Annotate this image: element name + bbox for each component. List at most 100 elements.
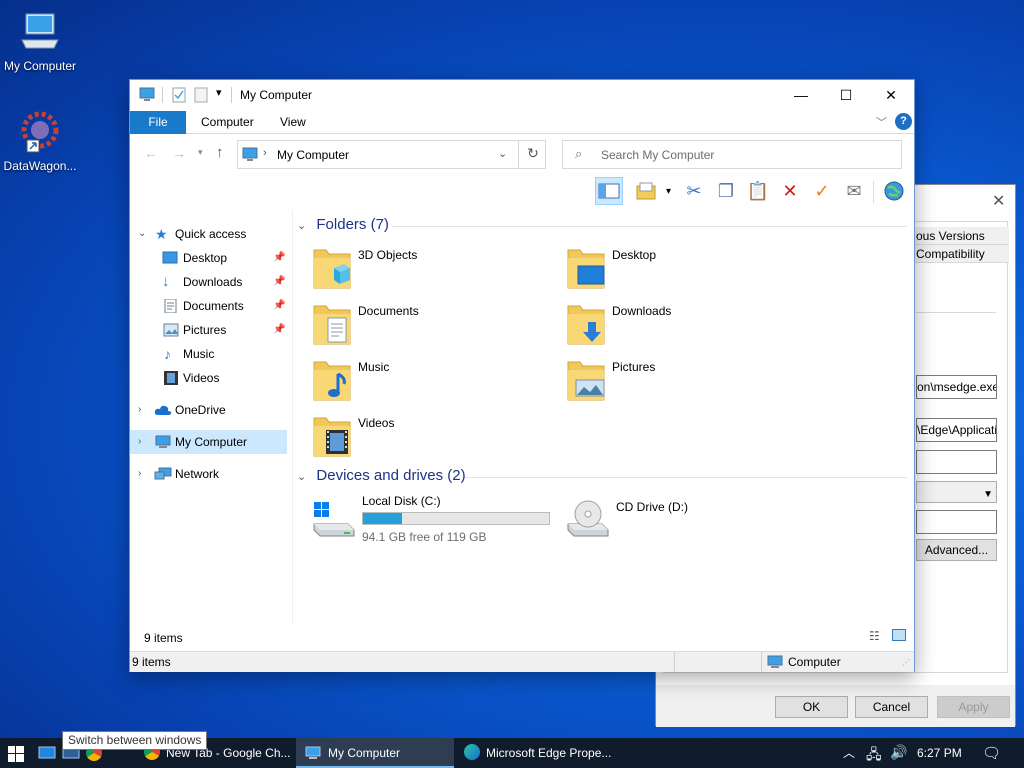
address-bar[interactable]: › My Computer ⌄ [237,140,546,169]
clock[interactable]: 6:27 PM [917,746,962,760]
copy-icon[interactable]: ❐ [712,177,740,205]
up-icon[interactable]: ↑ [216,144,224,161]
nav-documents[interactable]: Documents 📌 [130,294,287,318]
drive-cd-d[interactable]: CD Drive (D:) [564,494,804,550]
globe-icon[interactable] [880,177,908,205]
explorer-window[interactable]: ▾ My Computer — ☐ ✕ File Computer View ﹀… [129,79,915,672]
nav-label: Videos [183,371,220,385]
back-icon[interactable]: ← [144,145,158,161]
drive-local-disk-c[interactable]: Local Disk (C:) 94.1 GB free of 119 GB [310,494,560,550]
drive-usage-bar [362,512,550,525]
task-edge-properties[interactable]: Microsoft Edge Prope... [456,738,614,768]
start-icon[interactable] [8,746,24,765]
advanced-button[interactable]: Advanced... [916,539,997,561]
nav-label: Network [175,467,220,481]
new-folder-icon[interactable] [194,87,208,103]
folder-documents[interactable]: Documents [312,300,552,350]
forward-icon[interactable]: → [172,145,186,161]
help-icon[interactable]: ? [895,113,912,130]
email-icon[interactable]: ✉ [840,177,868,205]
target-field[interactable]: on\msedge.exe" [916,375,997,399]
close-icon[interactable]: ✕ [868,80,914,110]
nav-quick-access[interactable]: ⌄ ★ Quick access [130,222,287,246]
nav-label: Documents [183,299,244,313]
chevron-right-icon[interactable]: › [138,430,141,454]
cancel-button[interactable]: Cancel [855,696,928,718]
nav-downloads[interactable]: ↓ Downloads 📌 [130,270,287,294]
folder-music[interactable]: Music [312,356,552,406]
volume-icon[interactable]: 🔊 [890,744,907,761]
pin-icon[interactable]: 📌 [273,270,285,294]
shortcut-key-field[interactable] [916,450,997,474]
minimize-icon[interactable]: — [778,80,824,110]
desktop-icon-datawagon[interactable]: DataWagon... [0,108,80,173]
show-desktop-icon[interactable] [38,746,56,763]
nav-my-computer[interactable]: › My Computer [130,430,287,454]
nav-desktop[interactable]: Desktop 📌 [130,246,287,270]
nav-pictures[interactable]: Pictures 📌 [130,318,287,342]
cut-icon[interactable]: ✂ [680,177,708,205]
show-hidden-icons-icon[interactable]: ︿ [843,744,855,761]
resize-grip-icon[interactable]: ⋰ [902,658,910,667]
comment-field[interactable] [916,510,997,534]
pin-icon[interactable]: 📌 [273,294,285,318]
folder-videos-icon [313,417,351,457]
chevron-down-icon[interactable]: ⌄ [138,222,146,246]
start-in-field[interactable]: \Edge\Applicatio [916,418,997,442]
address-dropdown-icon[interactable]: ⌄ [498,147,507,160]
devices-group-header[interactable]: ⌄ Devices and drives (2) [297,467,907,484]
rename-icon[interactable]: ✓ [808,177,836,205]
desktop-icon-label: DataWagon... [3,159,77,173]
properties-icon[interactable] [172,87,186,103]
quick-access-dropdown-icon[interactable]: ▾ [216,86,222,99]
large-icons-view-icon[interactable] [892,629,906,644]
desktop-icon [162,251,178,264]
expand-ribbon-icon[interactable]: ﹀ [876,114,887,130]
pictures-icon [163,323,179,337]
nav-onedrive[interactable]: › OneDrive [130,398,287,422]
music-icon: ♪ [164,346,171,362]
folder-desktop[interactable]: Desktop [566,244,806,294]
notifications-icon[interactable]: 🗨 [982,744,1001,762]
search-placeholder: Search My Computer [601,148,715,162]
details-view-icon[interactable]: ☷ [869,629,880,643]
network-status-icon[interactable]: 🖧 [866,744,882,768]
desktop-icon-my-computer[interactable]: My Computer [0,10,80,73]
folder-videos[interactable]: Videos [312,412,552,462]
chevron-right-icon[interactable]: › [138,462,141,486]
drive-name: Local Disk (C:) [362,494,441,508]
group-title: Folders (7) [316,216,389,233]
run-select[interactable]: ▼ [916,481,997,503]
nav-music[interactable]: ♪ Music [130,342,287,366]
refresh-icon[interactable]: ↻ [518,140,547,169]
search-input[interactable]: ⌕ Search My Computer [562,140,902,169]
title-bar[interactable]: ▾ My Computer — ☐ ✕ [130,80,914,110]
folders-group-header[interactable]: ⌄ Folders (7) [297,216,907,233]
tab-file[interactable]: File [130,111,186,134]
pin-icon[interactable]: 📌 [273,318,285,342]
folder-3d-objects[interactable]: 3D Objects [312,244,552,294]
chevron-down-icon: ⌄ [297,220,307,232]
pin-icon[interactable]: 📌 [273,246,285,270]
delete-icon[interactable]: ✕ [776,177,804,205]
cloud-icon [154,405,172,415]
recent-dropdown-icon[interactable]: ▾ [198,147,203,158]
maximize-icon[interactable]: ☐ [823,80,869,110]
drive-usage-fill [363,513,403,524]
apply-button[interactable]: Apply [937,696,1010,718]
preview-pane-icon[interactable] [595,177,623,205]
folder-downloads[interactable]: Downloads [566,300,806,350]
folder-pictures[interactable]: Pictures [566,356,806,406]
footer-status-bar: 9 items Computer ⋰ [130,651,914,672]
paste-icon[interactable]: 📋 [744,177,772,205]
new-folder-dropdown-icon[interactable]: ▾ [666,186,671,197]
close-icon[interactable]: ✕ [992,191,1005,211]
tab-computer[interactable]: Computer [187,111,268,134]
new-folder-icon[interactable] [633,177,661,205]
nav-videos[interactable]: Videos [130,366,287,390]
task-my-computer[interactable]: My Computer [296,738,454,768]
chevron-right-icon[interactable]: › [138,398,141,422]
nav-network[interactable]: › Network [130,462,287,486]
ok-button[interactable]: OK [775,696,848,718]
tab-view[interactable]: View [266,111,320,134]
